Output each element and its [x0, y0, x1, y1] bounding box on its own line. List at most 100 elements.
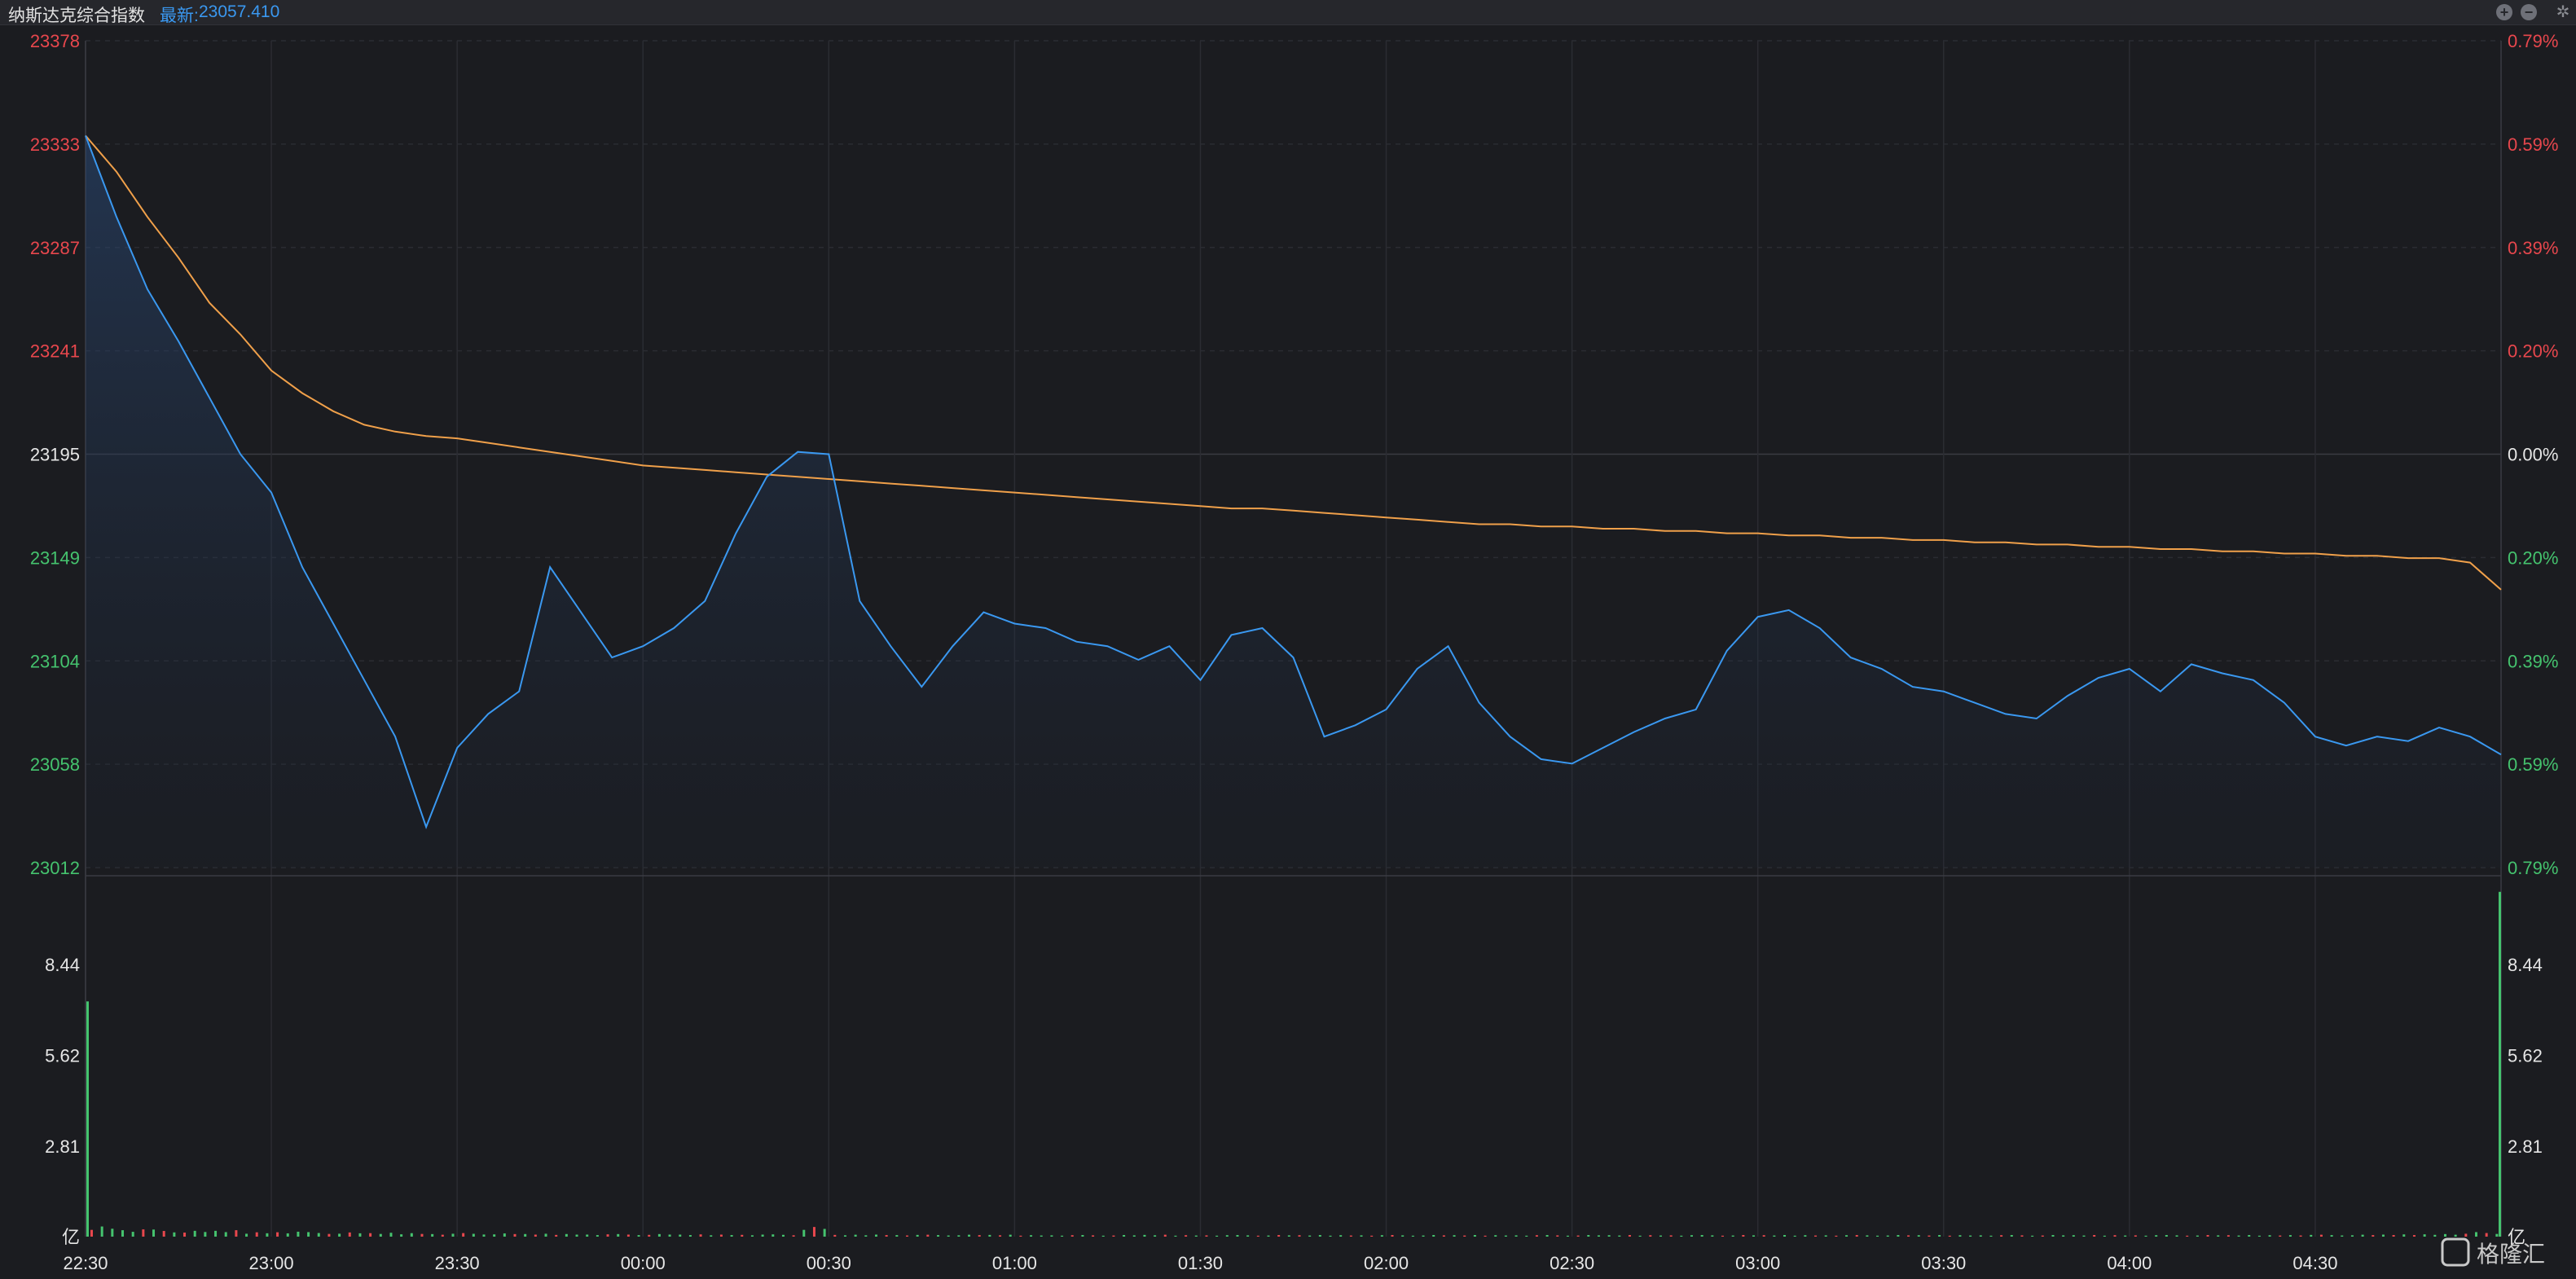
volume-bar — [1101, 1235, 1105, 1237]
volume-bar — [999, 1235, 1002, 1237]
volume-bar — [2010, 1235, 2013, 1237]
volume-bar — [2020, 1235, 2024, 1237]
volume-bar — [2464, 1233, 2468, 1237]
volume-bar — [988, 1234, 991, 1237]
volume-bar — [1308, 1235, 1312, 1237]
y-tick-label-left: 23287 — [30, 238, 80, 258]
volume-bar — [1329, 1235, 1332, 1237]
volume-bar — [1205, 1235, 1208, 1237]
volume-bar — [926, 1234, 930, 1237]
volume-bar — [2227, 1235, 2230, 1237]
volume-bar — [2319, 1234, 2323, 1237]
volume-tick-label-left: 2.81 — [45, 1136, 80, 1157]
y-tick-label-right: 0.20% — [2508, 547, 2558, 568]
volume-bar — [2330, 1235, 2333, 1237]
volume-bar — [1277, 1235, 1281, 1237]
price-area-fill — [86, 135, 2501, 868]
volume-bar — [2299, 1235, 2302, 1237]
x-tick-label: 00:30 — [807, 1253, 851, 1273]
volume-bar — [1721, 1235, 1725, 1237]
volume-bar — [1030, 1235, 1033, 1237]
volume-bar — [1422, 1235, 1425, 1237]
volume-bar — [1453, 1235, 1456, 1237]
volume-bar — [1514, 1235, 1518, 1237]
volume-bar — [493, 1234, 496, 1237]
volume-bar — [1773, 1235, 1776, 1237]
volume-bar — [503, 1233, 506, 1237]
x-tick-label: 03:30 — [1921, 1253, 1966, 1273]
volume-bar — [410, 1233, 413, 1237]
volume-bar — [317, 1233, 320, 1237]
volume-bar — [1215, 1235, 1219, 1237]
volume-bar — [1494, 1235, 1497, 1237]
volume-bar — [183, 1233, 187, 1237]
volume-bar — [1804, 1235, 1807, 1237]
volume-bar — [586, 1234, 589, 1237]
volume-bar — [1618, 1235, 1621, 1237]
volume-bar — [2062, 1235, 2065, 1237]
y-tick-label-right: 0.20% — [2508, 341, 2558, 362]
volume-bar — [2433, 1234, 2437, 1237]
volume-bar — [1669, 1235, 1673, 1237]
y-tick-label-right: 0.59% — [2508, 134, 2558, 155]
volume-bar — [1587, 1235, 1590, 1237]
volume-bar — [1256, 1235, 1259, 1237]
volume-bar — [131, 1232, 134, 1237]
volume-bar — [1132, 1235, 1136, 1237]
volume-bar — [358, 1233, 362, 1237]
volume-bar — [1194, 1235, 1198, 1237]
volume-bar — [431, 1233, 434, 1237]
volume-bar — [2495, 1233, 2499, 1237]
volume-bar — [2041, 1235, 2044, 1237]
volume-bar — [1391, 1235, 1394, 1237]
volume-bar — [111, 1228, 114, 1237]
volume-axis: 8.44 8.445.62 5.622.81 2.81亿亿 — [45, 955, 2543, 1247]
watermark: 格隆汇 — [2441, 1237, 2545, 1267]
y-tick-label-right: 0.79% — [2508, 858, 2558, 878]
volume-bar — [2124, 1235, 2127, 1237]
volume-bar — [1411, 1235, 1414, 1237]
volume-bar — [1866, 1235, 1869, 1237]
volume-bar — [2155, 1235, 2158, 1237]
volume-bar — [1690, 1235, 1693, 1237]
volume-bar — [2082, 1235, 2086, 1237]
x-tick-label: 23:30 — [435, 1253, 480, 1273]
volume-bar — [657, 1233, 661, 1237]
volume-bar — [1814, 1235, 1818, 1237]
volume-bar — [1380, 1235, 1383, 1237]
volume-bar — [2186, 1235, 2189, 1237]
volume-bar — [2144, 1235, 2147, 1237]
volume-bar — [1009, 1234, 1012, 1237]
volume-bar — [2423, 1234, 2426, 1237]
volume-bar — [266, 1233, 269, 1237]
y-tick-label-left: 23149 — [30, 547, 80, 568]
y-tick-label-right: 0.39% — [2508, 238, 2558, 258]
average-price-line — [85, 134, 2502, 591]
volume-bar — [555, 1234, 558, 1237]
volume-bar — [1948, 1235, 1951, 1237]
x-tick-label: 04:30 — [2292, 1253, 2337, 1273]
x-tick-label: 02:00 — [1364, 1253, 1409, 1273]
x-axis: 22:30 23:00 23:30 00:00 00:30 01:00 01:30 02:00… — [63, 1253, 2337, 1273]
volume-bar — [741, 1234, 744, 1237]
volume-bar — [937, 1235, 940, 1237]
volume-bar — [204, 1232, 207, 1237]
volume-bar — [1287, 1235, 1290, 1237]
volume-bar — [1040, 1235, 1043, 1237]
volume-bar — [1143, 1234, 1146, 1237]
volume-bar — [1793, 1235, 1796, 1237]
volume-bar — [1752, 1235, 1756, 1237]
volume-bar — [369, 1233, 372, 1237]
volume-bar — [1876, 1235, 1879, 1237]
volume-bar — [626, 1234, 630, 1237]
volume-bar — [606, 1234, 609, 1237]
volume-bar — [2248, 1235, 2251, 1237]
volume-bar — [637, 1235, 640, 1237]
volume-bar — [400, 1234, 403, 1237]
volume-bar — [2072, 1235, 2075, 1237]
grid — [85, 40, 2502, 1237]
volume-bar — [1762, 1235, 1765, 1237]
volume-bar — [1628, 1235, 1631, 1237]
volume-tick-label-left: 5.62 — [45, 1046, 80, 1066]
volume-bar — [761, 1234, 764, 1237]
